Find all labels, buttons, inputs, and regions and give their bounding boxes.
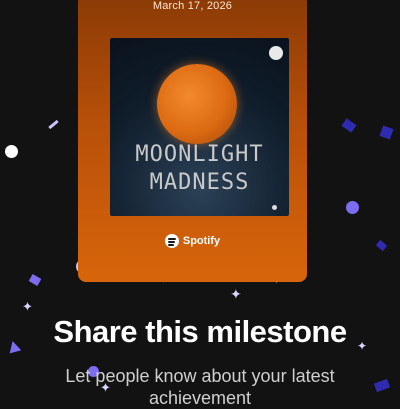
cover-logo-icon bbox=[269, 46, 283, 60]
confetti-piece bbox=[375, 239, 388, 252]
sparkle-icon: ✦ bbox=[22, 299, 33, 314]
card-date: March 17, 2026 bbox=[152, 0, 233, 12]
album-title-line1: MOONLIGHT bbox=[135, 142, 264, 167]
page-title: Share this milestone bbox=[53, 314, 347, 349]
cover-dot bbox=[272, 205, 277, 210]
confetti-piece bbox=[341, 118, 357, 133]
brand-name: Spotify bbox=[182, 235, 221, 247]
sparkle-icon: ✦ bbox=[230, 286, 242, 302]
album-title-line2: MADNESS bbox=[149, 170, 250, 195]
spotify-icon bbox=[164, 234, 179, 248]
moon-image bbox=[157, 64, 237, 144]
subtitle-line2: achievement bbox=[148, 388, 252, 408]
confetti-piece bbox=[48, 119, 59, 130]
confetti-piece bbox=[379, 125, 394, 140]
page-subtitle: Let people know about your latest achiev… bbox=[0, 365, 400, 409]
confetti-piece bbox=[346, 201, 359, 214]
confetti-piece bbox=[28, 274, 42, 286]
brand-logo: Spotify bbox=[78, 234, 307, 248]
confetti-piece bbox=[5, 145, 18, 158]
album-cover: MOONLIGHT MADNESS bbox=[110, 38, 289, 216]
subtitle-line1: Let people know about your latest bbox=[65, 366, 335, 386]
share-card: March 17, 2026 MOONLIGHT MADNESS Spotify bbox=[78, 0, 307, 282]
